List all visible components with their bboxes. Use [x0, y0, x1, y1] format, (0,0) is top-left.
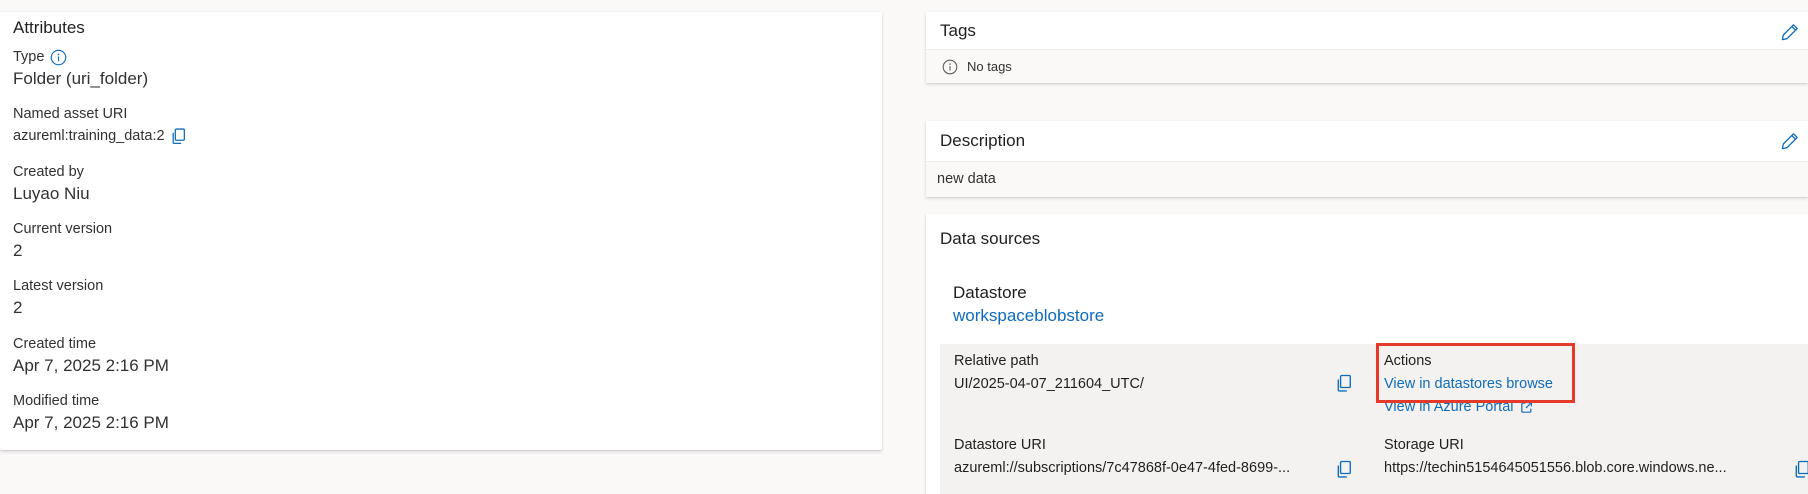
attributes-card: Attributes Type Folder (uri_folder) Name…	[0, 12, 882, 450]
tags-title: Tags	[940, 20, 976, 40]
attr-created-time: Created time Apr 7, 2025 2:16 PM	[13, 335, 169, 377]
no-tags-text: No tags	[967, 59, 1012, 74]
datastore-uri-value: azureml://subscriptions/7c47868f-0e47-4f…	[954, 460, 1291, 476]
copy-storage-uri-icon[interactable]	[1794, 460, 1808, 479]
attr-modified-time-value: Apr 7, 2025 2:16 PM	[13, 413, 169, 432]
attr-modified-time: Modified time Apr 7, 2025 2:16 PM	[13, 392, 169, 434]
copy-icon[interactable]	[171, 127, 186, 145]
datastore-uri-cell: Datastore URI azureml://subscriptions/7c…	[954, 436, 1316, 478]
data-sources-card: Data sources Datastore workspaceblobstor…	[926, 214, 1808, 494]
attr-type-label: Type	[13, 49, 45, 65]
info-icon	[942, 59, 958, 74]
storage-uri-label: Storage URI	[1384, 437, 1464, 453]
description-card: Description new data	[926, 121, 1808, 197]
attr-latest-version-value: 2	[13, 298, 23, 317]
attr-latest-version-label: Latest version	[13, 278, 104, 294]
attr-current-version-value: 2	[13, 241, 23, 260]
storage-uri-cell: Storage URI https://techin5154645051556.…	[1384, 436, 1778, 478]
edit-tags-icon[interactable]	[1780, 22, 1800, 42]
attr-created-by-value: Luyao Niu	[13, 184, 90, 203]
relative-path-label: Relative path	[954, 353, 1039, 369]
attr-type: Type Folder (uri_folder)	[13, 48, 148, 90]
attr-uri-value: azureml:training_data:2	[13, 128, 165, 144]
attr-modified-time-label: Modified time	[13, 393, 100, 409]
datastore-section: Datastore workspaceblobstore	[953, 283, 1104, 326]
data-sources-title: Data sources	[940, 229, 1041, 248]
datastore-uri-label: Datastore URI	[954, 437, 1046, 453]
attr-uri-label: Named asset URI	[13, 106, 128, 122]
attr-created-by-label: Created by	[13, 164, 84, 180]
relative-path-cell: Relative path UI/2025-04-07_211604_UTC/	[954, 352, 1314, 394]
view-in-azure-portal-link[interactable]: View in Azure Portal	[1384, 397, 1684, 417]
copy-datastore-uri-icon[interactable]	[1336, 460, 1352, 479]
actions-label: Actions	[1384, 353, 1432, 369]
tags-card: Tags No tags	[926, 12, 1808, 83]
actions-cell: Actions View in datastores browse View i…	[1384, 352, 1684, 417]
attr-type-value: Folder (uri_folder)	[13, 69, 149, 88]
attr-current-version: Current version 2	[13, 220, 112, 262]
data-source-details: Relative path UI/2025-04-07_211604_UTC/ …	[940, 344, 1808, 494]
attr-current-version-label: Current version	[13, 221, 113, 237]
copy-relative-path-icon[interactable]	[1336, 374, 1352, 393]
info-icon[interactable]	[50, 49, 67, 66]
attributes-title: Attributes	[13, 18, 85, 37]
datastore-link[interactable]: workspaceblobstore	[953, 306, 1104, 326]
attr-latest-version: Latest version 2	[13, 277, 103, 319]
attr-created-by: Created by Luyao Niu	[13, 163, 90, 205]
storage-uri-value: https://techin5154645051556.blob.core.wi…	[1384, 460, 1727, 476]
view-in-datastores-browse-link[interactable]: View in datastores browse	[1384, 374, 1684, 394]
description-text: new data	[926, 161, 1808, 197]
external-link-icon	[1520, 401, 1532, 413]
attr-created-time-value: Apr 7, 2025 2:16 PM	[13, 356, 169, 375]
edit-description-icon[interactable]	[1780, 131, 1800, 151]
attr-named-asset-uri: Named asset URI azureml:training_data:2	[13, 105, 186, 147]
description-title: Description	[940, 131, 1026, 150]
view-in-azure-portal-label: View in Azure Portal	[1384, 399, 1514, 415]
attr-created-time-label: Created time	[13, 336, 97, 352]
datastore-label: Datastore	[953, 283, 1027, 302]
relative-path-value: UI/2025-04-07_211604_UTC/	[954, 376, 1144, 392]
